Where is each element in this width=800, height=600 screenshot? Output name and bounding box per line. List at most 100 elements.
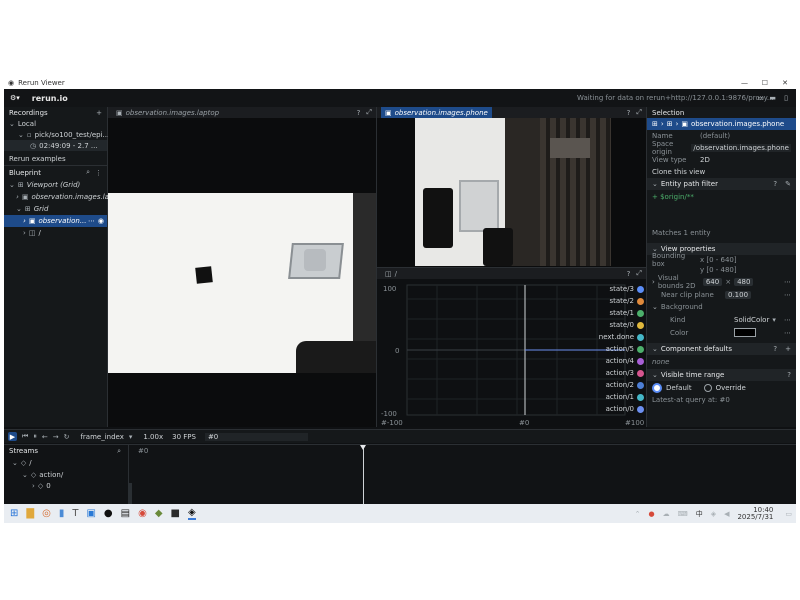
maximize-view-icon[interactable]: ⤢ xyxy=(636,108,642,117)
stream-item-root[interactable]: ⌄ ◇ / xyxy=(4,457,796,469)
radio-override[interactable] xyxy=(703,384,712,392)
folder-icon[interactable]: ▇ xyxy=(26,508,34,519)
step-back-icon[interactable]: ⏮ xyxy=(22,432,28,441)
clone-view-button[interactable]: Clone this view xyxy=(652,166,791,178)
rerun-app-icon[interactable]: ◈ xyxy=(187,507,196,520)
toggle-right-panel-icon[interactable]: ▯ xyxy=(784,94,788,102)
more-icon[interactable]: ⋮ xyxy=(95,169,102,177)
visual-bounds-height[interactable]: 480 xyxy=(734,277,754,286)
more-icon[interactable]: ⋯ xyxy=(784,316,791,324)
laptop-camera-image[interactable] xyxy=(108,193,376,373)
local-group[interactable]: ⌄ Local xyxy=(4,118,107,129)
recording-time-item[interactable]: ◷ 02:49:09 - 2.7 ... xyxy=(4,140,107,151)
tab-laptop[interactable]: ▣ observation.images.laptop xyxy=(112,107,223,118)
legend-item[interactable]: action/2 xyxy=(574,379,644,391)
loop-icon[interactable]: ↻ xyxy=(64,433,70,441)
chrome-icon[interactable]: ◉ xyxy=(138,508,147,519)
more-icon[interactable]: ⋯ xyxy=(784,329,791,337)
visible-time-header[interactable]: ⌄ Visible time range ? xyxy=(647,369,796,381)
close-button[interactable]: ✕ xyxy=(782,79,788,87)
tab-phone[interactable]: ▣ observation.images.phone xyxy=(381,107,492,118)
examples-link[interactable]: Rerun examples xyxy=(4,153,107,165)
more-icon[interactable]: ⋯ xyxy=(784,278,791,286)
legend-item[interactable]: action/5 xyxy=(574,343,644,355)
mic-icon[interactable]: ● xyxy=(648,510,654,518)
minimize-button[interactable]: — xyxy=(741,79,748,87)
store-icon[interactable]: ◆ xyxy=(155,508,163,519)
filter-section-header[interactable]: ⌄ Entity path filter ? ✎ xyxy=(647,178,796,190)
legend-item[interactable]: action/3 xyxy=(574,367,644,379)
help-icon[interactable]: ? xyxy=(787,371,791,379)
origin-field[interactable]: /observation.images.phone xyxy=(691,144,791,152)
legend-item[interactable]: action/1 xyxy=(574,391,644,403)
tree-item-laptop[interactable]: › ▣ observation.images.la... xyxy=(4,191,116,203)
radio-default[interactable] xyxy=(652,383,662,393)
legend-item[interactable]: next.done xyxy=(574,331,644,343)
legend-item[interactable]: state/2 xyxy=(574,295,644,307)
github-icon[interactable]: ● xyxy=(104,508,113,519)
filter-box[interactable]: + $origin/** xyxy=(652,190,791,227)
rerun-menu-icon[interactable]: ⚙▾ xyxy=(10,94,20,102)
pause-icon[interactable]: ⏸ xyxy=(33,432,37,441)
add-icon[interactable]: + xyxy=(785,345,791,353)
search-app-icon[interactable]: ◎ xyxy=(42,508,51,519)
terminal-text-icon[interactable]: T xyxy=(72,508,78,519)
stream-item-action[interactable]: ⌄ ◇ action/ xyxy=(4,469,796,481)
notification-icon[interactable]: ▭ xyxy=(785,510,792,518)
time-cursor-handle[interactable] xyxy=(360,445,366,450)
play-icon[interactable]: ▶ xyxy=(8,432,17,441)
windows-start-icon[interactable]: ⊞ xyxy=(10,508,18,519)
near-clip-field[interactable]: 0.100 xyxy=(725,290,752,299)
visual-bounds-width[interactable]: 640 xyxy=(702,277,723,286)
phone-app-icon[interactable]: ▮ xyxy=(59,508,65,519)
cloud-icon[interactable]: ☁ xyxy=(663,510,670,518)
fps-field[interactable]: 30 FPS xyxy=(172,433,196,441)
toggle-left-panel-icon[interactable]: ▭ xyxy=(757,94,764,102)
color-swatch[interactable] xyxy=(734,328,756,337)
ime-indicator[interactable]: 中 xyxy=(696,509,703,519)
legend-item[interactable]: state/0 xyxy=(574,319,644,331)
selection-breadcrumb[interactable]: ⊞ › ⊞ › ▣ observation.images.phone xyxy=(647,118,796,130)
phone-camera-image[interactable] xyxy=(415,118,611,266)
network-icon[interactable]: ◈ xyxy=(711,510,716,518)
maximize-view-icon[interactable]: ⤢ xyxy=(636,269,642,278)
help-icon[interactable]: ? xyxy=(357,109,361,117)
maximize-button[interactable]: ☐ xyxy=(762,79,768,87)
legend-item[interactable]: action/4 xyxy=(574,355,644,367)
terminal-icon[interactable]: ▤ xyxy=(121,508,130,519)
step-right-icon[interactable]: → xyxy=(53,433,59,441)
chevron-up-icon[interactable]: ⌃ xyxy=(635,510,641,518)
tree-item-root[interactable]: › ◫ / xyxy=(4,227,107,239)
name-field[interactable]: (default) xyxy=(700,132,730,140)
tab-plot[interactable]: ◫ / xyxy=(381,268,401,279)
clock[interactable]: 10:40 2025/7/31 xyxy=(737,506,773,521)
calendar-app-icon[interactable]: ▣ xyxy=(86,508,95,519)
pycharm-icon[interactable]: ■ xyxy=(171,508,180,519)
timeline-select[interactable]: frame_index xyxy=(80,433,123,441)
viewport-item[interactable]: ⌄ ⊞ Viewport (Grid) xyxy=(4,179,107,191)
kind-select[interactable]: SolidColor xyxy=(734,316,769,324)
chevron-right-icon[interactable]: › xyxy=(652,278,655,286)
current-frame-field[interactable]: #0 xyxy=(204,432,308,441)
help-icon[interactable]: ? xyxy=(773,180,777,188)
help-icon[interactable]: ? xyxy=(773,345,777,353)
stream-item-0[interactable]: › ◇ 0 xyxy=(4,481,796,491)
background-row[interactable]: ⌄ Background xyxy=(652,301,791,313)
legend-item[interactable]: state/3 xyxy=(574,283,644,295)
step-left-icon[interactable]: ← xyxy=(42,433,48,441)
recording-item[interactable]: ⌄ ▫ pick/so100_test/epi... xyxy=(4,129,109,140)
more-icon[interactable]: ⋯ xyxy=(88,217,95,225)
search-icon[interactable]: ⌕ xyxy=(86,168,90,177)
tree-item-phone[interactable]: › ▣ observation... ⋯ ◉ xyxy=(4,215,107,227)
help-icon[interactable]: ? xyxy=(627,109,631,117)
search-icon[interactable]: ⌕ xyxy=(117,447,121,456)
toggle-bottom-panel-icon[interactable]: ▬ xyxy=(769,94,776,102)
eye-icon[interactable]: ◉ xyxy=(98,217,104,225)
add-recording-icon[interactable]: + xyxy=(96,109,102,117)
keyboard-icon[interactable]: ⌨ xyxy=(678,510,688,518)
volume-icon[interactable]: ◀ xyxy=(724,510,729,518)
time-cursor-line[interactable] xyxy=(363,445,364,505)
tree-item-grid[interactable]: ⌄ ⊞ Grid xyxy=(4,203,107,215)
legend-item[interactable]: action/0 xyxy=(574,403,644,415)
legend-item[interactable]: state/1 xyxy=(574,307,644,319)
